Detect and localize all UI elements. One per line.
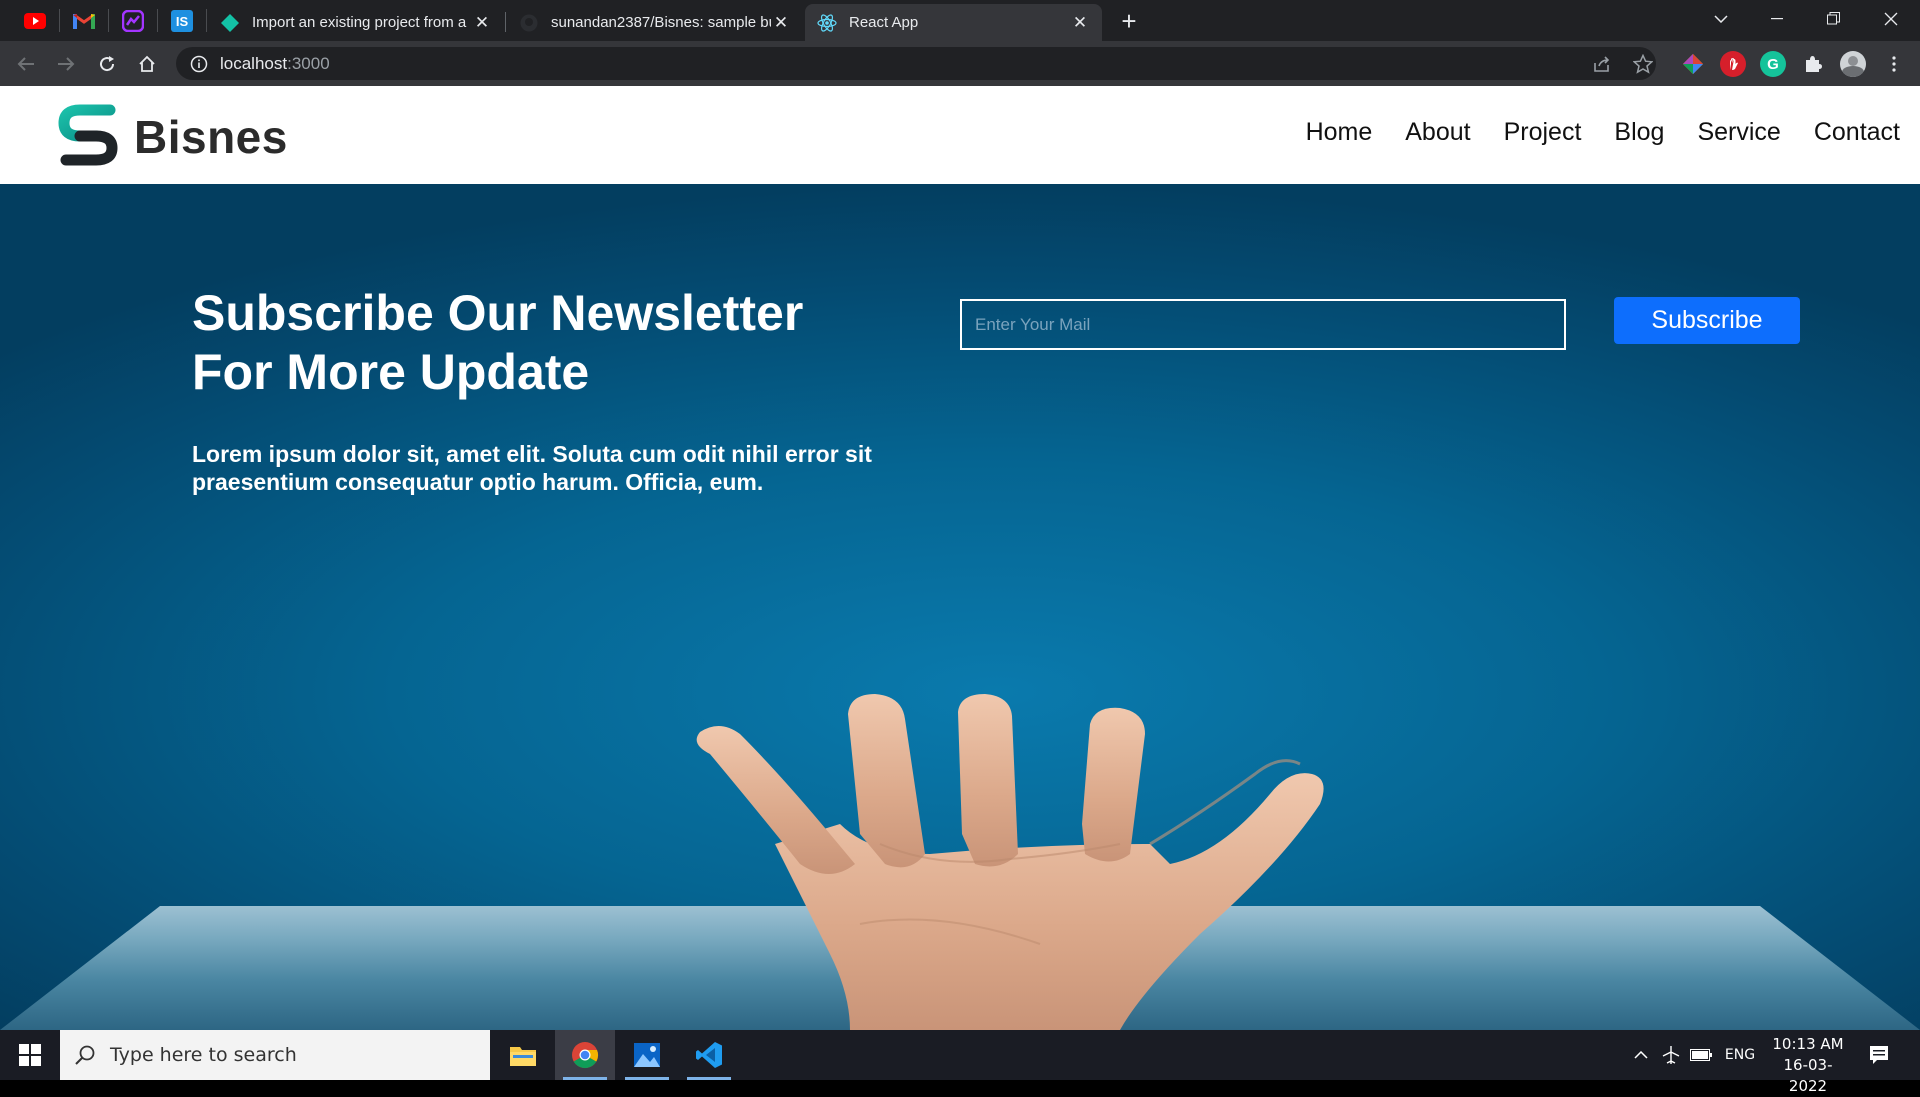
browser-menu-button[interactable]: [1878, 48, 1910, 80]
pinned-tab-messenger[interactable]: [108, 0, 157, 41]
youtube-icon: [23, 12, 46, 29]
arrow-left-icon: [17, 57, 34, 71]
windows-taskbar: Type here to search ENG 10:13 AM 16-03-2…: [0, 1030, 1920, 1095]
reload-icon: [100, 56, 115, 72]
file-explorer-icon: [510, 1047, 536, 1066]
subscribe-button[interactable]: Subscribe: [1614, 297, 1800, 344]
browser-toolbar: localhost:3000 G: [0, 41, 1920, 86]
newsletter-description: Lorem ipsum dolor sit, amet elit. Soluta…: [192, 441, 872, 495]
bookmark-button[interactable]: [1627, 48, 1659, 80]
vscode-icon: [696, 1042, 722, 1068]
react-icon: [817, 13, 837, 33]
site-navbar: Bisnes Home About Project Blog Service C…: [0, 86, 1920, 184]
star-icon: [1633, 54, 1653, 74]
more-vertical-icon: [1892, 56, 1896, 72]
is-icon: IS: [170, 9, 193, 32]
start-button[interactable]: [0, 1030, 60, 1080]
main-menu: Home About Project Blog Service Contact: [1306, 118, 1900, 147]
airplane-mode-button[interactable]: [1658, 1030, 1684, 1080]
nav-link-contact[interactable]: Contact: [1814, 118, 1900, 147]
info-icon[interactable]: [190, 55, 208, 73]
tab-title: Import an existing project from a: [252, 14, 467, 31]
photos-icon: [634, 1043, 660, 1067]
arrow-right-icon: [58, 57, 75, 71]
search-icon: [75, 1045, 95, 1065]
taskbar-vscode[interactable]: [679, 1030, 739, 1080]
profile-avatar[interactable]: [1840, 51, 1866, 77]
colorful-extension-icon[interactable]: [1680, 51, 1706, 77]
nav-link-service[interactable]: Service: [1697, 118, 1780, 147]
web-page: Bisnes Home About Project Blog Service C…: [0, 86, 1920, 1030]
share-button[interactable]: [1586, 48, 1618, 80]
action-center-button[interactable]: [1864, 1030, 1894, 1080]
close-tab-icon[interactable]: ✕: [472, 13, 492, 33]
messenger-icon: [121, 9, 144, 32]
restore-icon: [1827, 12, 1840, 25]
pinned-tab-gmail[interactable]: [59, 0, 108, 41]
reload-button[interactable]: [91, 48, 123, 80]
url-text: localhost:3000: [220, 53, 330, 73]
taskbar-clock[interactable]: 10:13 AM 16-03-2022: [1768, 1034, 1848, 1097]
email-input[interactable]: [960, 299, 1566, 350]
puzzle-icon[interactable]: [1800, 51, 1826, 77]
search-placeholder: Type here to search: [110, 1044, 297, 1066]
clock-date: 16-03-2022: [1783, 1056, 1833, 1095]
back-button[interactable]: [10, 48, 42, 80]
tab-github-repo[interactable]: sunandan2387/Bisnes: sample bu ✕: [507, 4, 803, 41]
pinned-tab-is[interactable]: IS: [157, 0, 206, 41]
notification-icon: [1870, 1046, 1888, 1064]
nav-link-project[interactable]: Project: [1504, 118, 1582, 147]
airplane-icon: [1662, 1046, 1680, 1064]
gmail-icon: [72, 13, 95, 29]
close-tab-icon[interactable]: ✕: [771, 13, 791, 33]
nav-link-home[interactable]: Home: [1306, 118, 1373, 147]
chevron-up-icon: [1634, 1051, 1648, 1059]
brand-name[interactable]: Bisnes: [134, 110, 288, 164]
restore-button[interactable]: [1805, 0, 1862, 37]
new-tab-button[interactable]: +: [1114, 6, 1144, 36]
battery-icon: [1690, 1049, 1712, 1061]
taskbar-chrome[interactable]: [555, 1030, 615, 1080]
minimize-button[interactable]: [1748, 0, 1805, 37]
taskbar-photos[interactable]: [617, 1030, 677, 1080]
minimize-icon: [1770, 17, 1783, 19]
tab-title: sunandan2387/Bisnes: sample bu: [551, 14, 771, 31]
clock-time: 10:13 AM: [1772, 1035, 1844, 1053]
browser-tab-strip: IS Import an existing project from a ✕ s…: [0, 0, 1920, 41]
newsletter-hero: Subscribe Our Newsletter For More Update…: [0, 184, 1920, 1030]
github-icon: [519, 13, 539, 33]
adblock-icon[interactable]: [1720, 51, 1746, 77]
tab-react-app[interactable]: React App ✕: [805, 4, 1102, 41]
nav-link-blog[interactable]: Blog: [1614, 118, 1664, 147]
share-icon: [1594, 56, 1610, 72]
taskbar-file-explorer[interactable]: [493, 1030, 553, 1080]
diamond-icon: [220, 13, 240, 33]
close-window-button[interactable]: [1862, 0, 1919, 37]
chrome-icon: [572, 1042, 599, 1069]
forward-button[interactable]: [50, 48, 82, 80]
show-hidden-icons-button[interactable]: [1628, 1030, 1654, 1080]
grammarly-icon[interactable]: G: [1760, 51, 1786, 77]
close-icon: [1884, 12, 1897, 25]
home-button[interactable]: [131, 48, 163, 80]
chevron-down-icon: [1713, 14, 1728, 23]
home-icon: [139, 55, 155, 72]
newsletter-title: Subscribe Our Newsletter For More Update: [192, 285, 804, 400]
address-bar[interactable]: localhost:3000: [176, 47, 1656, 80]
nav-link-about[interactable]: About: [1405, 118, 1470, 147]
language-indicator[interactable]: ENG: [1720, 1030, 1760, 1080]
pinned-tab-youtube[interactable]: [10, 0, 59, 41]
tab-search-button[interactable]: [1692, 0, 1749, 37]
open-hand-image: [696, 694, 1324, 1030]
battery-button[interactable]: [1688, 1030, 1714, 1080]
taskbar-search-box[interactable]: Type here to search: [60, 1030, 490, 1080]
tab-import-project[interactable]: Import an existing project from a ✕: [208, 4, 504, 41]
close-tab-icon[interactable]: ✕: [1070, 13, 1090, 33]
svg-text:IS: IS: [175, 14, 188, 29]
tab-title: React App: [849, 14, 919, 31]
bisnes-logo-icon[interactable]: [58, 104, 118, 166]
windows-logo-icon: [19, 1044, 41, 1066]
